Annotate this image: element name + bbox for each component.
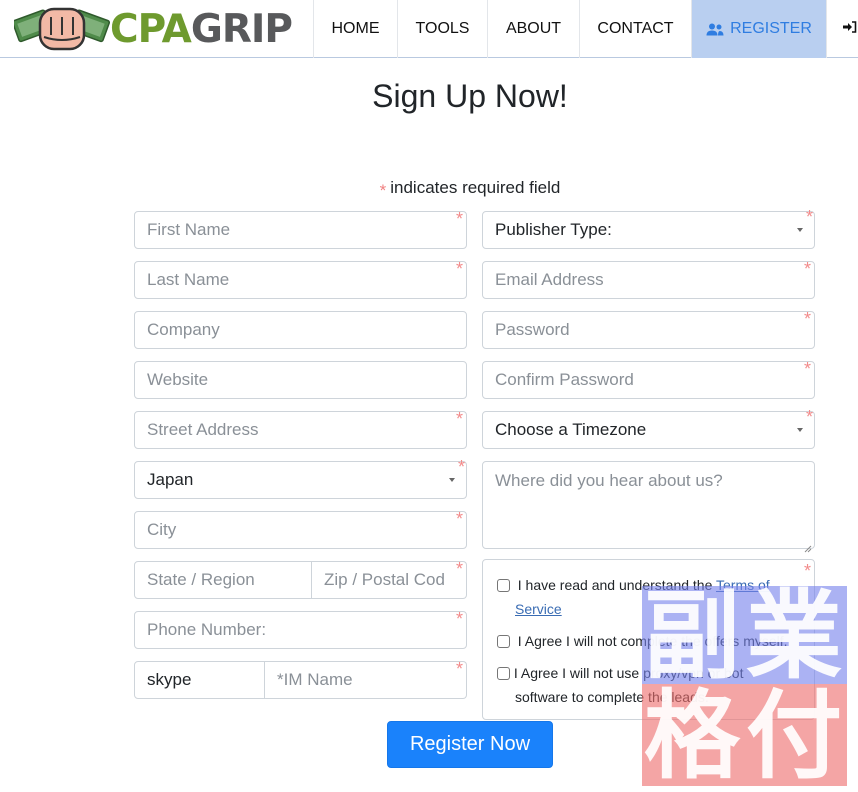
- caret-down-icon: [797, 428, 803, 432]
- required-star-icon: *: [803, 309, 811, 329]
- password-input[interactable]: Password *: [482, 309, 815, 349]
- no-self-offers-agreement: I Agree I will not complete the offers m…: [497, 629, 788, 653]
- email-input[interactable]: Email Address *: [482, 259, 815, 299]
- timezone-select[interactable]: Choose a Timezone *: [482, 407, 815, 449]
- no-proxy-agreement: I Agree I will not use proxy/vpn or bot: [497, 661, 743, 685]
- im-name-input[interactable]: *IM Name *: [265, 659, 467, 699]
- tos-checkbox[interactable]: [497, 579, 510, 592]
- state-region-input[interactable]: State / Region: [134, 561, 312, 599]
- country-select[interactable]: Japan *: [134, 457, 467, 499]
- zip-code-input[interactable]: Zip / Postal Cod *: [312, 559, 467, 599]
- nav-tools[interactable]: TOOLS: [397, 0, 487, 58]
- caret-down-icon: [449, 478, 455, 482]
- terms-of-service-link-continued[interactable]: Service: [515, 601, 562, 617]
- users-icon: [706, 23, 724, 36]
- required-star-icon: *: [455, 259, 463, 279]
- last-name-input[interactable]: Last Name *: [134, 259, 467, 299]
- confirm-password-input[interactable]: Confirm Password *: [482, 359, 815, 399]
- nav-contact[interactable]: CONTACT: [579, 0, 691, 58]
- nav-home[interactable]: HOME: [313, 0, 397, 58]
- caret-down-icon: [797, 228, 803, 232]
- no-proxy-checkbox[interactable]: [497, 667, 510, 680]
- page-title: Sign Up Now!: [372, 78, 568, 114]
- resize-handle-icon[interactable]: [804, 538, 812, 553]
- brand-logo[interactable]: CPAGRIP: [11, 2, 310, 56]
- required-star-icon: *: [455, 609, 463, 629]
- agreements-box: * I have read and understand the Terms o…: [482, 559, 815, 720]
- required-star-icon: *: [803, 561, 811, 581]
- register-now-button[interactable]: Register Now: [387, 721, 553, 768]
- website-input[interactable]: Website: [134, 361, 467, 399]
- no-self-offers-checkbox[interactable]: [497, 635, 510, 648]
- main-nav: HOME TOOLS ABOUT CONTACT REGISTER: [313, 0, 858, 58]
- city-input[interactable]: City *: [134, 509, 467, 549]
- phone-number-input[interactable]: Phone Number: *: [134, 609, 467, 649]
- company-input[interactable]: Company: [134, 311, 467, 349]
- tos-agreement: I have read and understand the Terms of: [497, 573, 770, 597]
- nav-login[interactable]: [826, 0, 858, 58]
- required-star-icon: *: [455, 509, 463, 529]
- required-star-icon: *: [379, 181, 387, 200]
- required-star-icon: *: [805, 407, 813, 427]
- im-type-select[interactable]: skype: [134, 661, 265, 699]
- street-address-input[interactable]: Street Address *: [134, 409, 467, 449]
- nav-register[interactable]: REGISTER: [691, 0, 826, 58]
- terms-of-service-link[interactable]: Terms of: [716, 577, 770, 593]
- sign-in-icon: [843, 20, 857, 38]
- fist-money-icon: [11, 3, 111, 55]
- required-star-icon: *: [455, 209, 463, 229]
- first-name-input[interactable]: First Name *: [134, 209, 467, 249]
- brand-name: CPAGRIP: [110, 6, 293, 52]
- required-star-icon: *: [455, 559, 463, 579]
- required-star-icon: *: [805, 207, 813, 227]
- required-field-note: * indicates required field: [379, 178, 561, 200]
- required-star-icon: *: [455, 659, 463, 679]
- required-star-icon: *: [457, 457, 465, 477]
- navbar: CPAGRIP HOME TOOLS ABOUT CONTACT REGISTE…: [0, 0, 858, 58]
- required-star-icon: *: [803, 359, 811, 379]
- publisher-type-select[interactable]: Publisher Type: *: [482, 207, 815, 249]
- nav-about[interactable]: ABOUT: [487, 0, 579, 58]
- referral-textarea[interactable]: Where did you hear about us?: [482, 461, 815, 553]
- required-star-icon: *: [803, 259, 811, 279]
- required-star-icon: *: [455, 409, 463, 429]
